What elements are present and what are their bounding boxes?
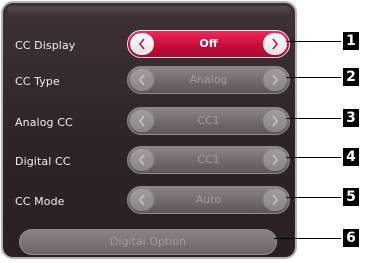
digital-cc-selector[interactable]: CC1 bbox=[127, 146, 290, 174]
digital-cc-value: CC1 bbox=[197, 153, 220, 166]
cc-type-label: CC Type bbox=[15, 75, 60, 88]
callout-badge-2: 2 bbox=[343, 68, 359, 86]
closed-caption-settings-panel: CC Display Off CC Type Analog Analog CC … bbox=[1, 1, 297, 259]
cc-mode-next-button[interactable] bbox=[263, 189, 287, 211]
callout-line-3 bbox=[286, 118, 341, 119]
chevron-left-icon bbox=[138, 115, 145, 127]
chevron-left-icon bbox=[138, 38, 145, 50]
cc-type-next-button[interactable] bbox=[263, 69, 287, 91]
cc-mode-prev-button[interactable] bbox=[130, 189, 154, 211]
callout-line-4 bbox=[286, 157, 341, 158]
callout-badge-6: 6 bbox=[343, 229, 359, 247]
chevron-right-icon bbox=[272, 74, 279, 86]
callout-badge-1: 1 bbox=[343, 32, 359, 50]
callout-badge-3: 3 bbox=[343, 109, 359, 127]
callout-badge-5: 5 bbox=[343, 188, 359, 206]
cc-type-prev-button[interactable] bbox=[130, 69, 154, 91]
cc-type-selector[interactable]: Analog bbox=[127, 66, 290, 94]
digital-option-button[interactable]: Digital Option bbox=[19, 229, 277, 255]
chevron-left-icon bbox=[138, 154, 145, 166]
callout-line-1 bbox=[286, 41, 341, 42]
chevron-right-icon bbox=[272, 194, 279, 206]
cc-mode-selector[interactable]: Auto bbox=[127, 186, 290, 214]
callout-badge-4: 4 bbox=[343, 148, 359, 166]
callout-line-5 bbox=[286, 197, 341, 198]
chevron-left-icon bbox=[138, 74, 145, 86]
analog-cc-next-button[interactable] bbox=[263, 110, 287, 132]
callout-line-2 bbox=[286, 77, 341, 78]
cc-display-next-button[interactable] bbox=[263, 33, 287, 55]
cc-display-value: Off bbox=[199, 37, 218, 50]
digital-cc-next-button[interactable] bbox=[263, 149, 287, 171]
callout-line-6 bbox=[274, 238, 341, 239]
chevron-right-icon bbox=[272, 38, 279, 50]
digital-cc-label: Digital CC bbox=[15, 155, 71, 168]
cc-display-selector[interactable]: Off bbox=[127, 30, 290, 58]
chevron-right-icon bbox=[272, 154, 279, 166]
cc-display-prev-button[interactable] bbox=[130, 33, 154, 55]
analog-cc-label: Analog CC bbox=[15, 116, 73, 129]
chevron-left-icon bbox=[138, 194, 145, 206]
analog-cc-value: CC1 bbox=[197, 114, 220, 127]
analog-cc-selector[interactable]: CC1 bbox=[127, 107, 290, 135]
cc-display-label: CC Display bbox=[15, 39, 76, 52]
cc-mode-label: CC Mode bbox=[15, 195, 65, 208]
cc-mode-value: Auto bbox=[195, 193, 222, 206]
analog-cc-prev-button[interactable] bbox=[130, 110, 154, 132]
digital-cc-prev-button[interactable] bbox=[130, 149, 154, 171]
chevron-right-icon bbox=[272, 115, 279, 127]
cc-type-value: Analog bbox=[189, 73, 228, 86]
